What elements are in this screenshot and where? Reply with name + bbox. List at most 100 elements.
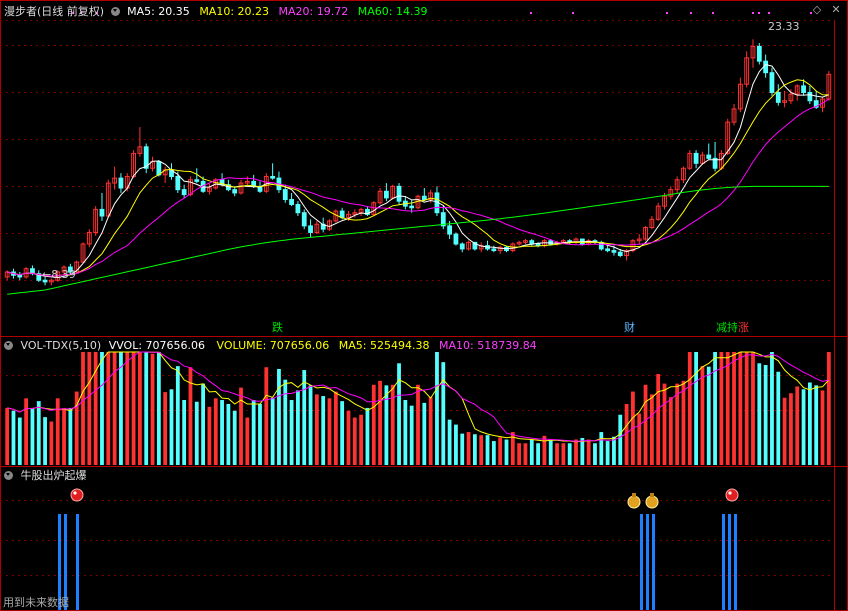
volume-bar	[694, 352, 699, 465]
volume-bar	[555, 443, 559, 465]
volume-bar	[504, 439, 509, 465]
volume-bar	[5, 407, 10, 465]
candle-body	[409, 205, 415, 209]
volume-bar	[593, 443, 597, 465]
vol-ma10-label: MA10: 518739.84	[438, 339, 537, 352]
volume-bar	[580, 437, 585, 465]
chart-canvas	[0, 0, 848, 611]
candle-body	[693, 152, 699, 164]
ma20-line	[7, 98, 830, 277]
candle-body	[447, 225, 452, 235]
volume-bar	[618, 414, 623, 465]
volume-bar	[213, 398, 218, 465]
volume-bar	[447, 419, 452, 465]
limit-dot	[690, 12, 692, 14]
event-finance-tag[interactable]: 财	[622, 321, 637, 334]
volume-bar	[277, 368, 281, 465]
volume-bar	[321, 396, 326, 465]
volume-bar	[68, 407, 73, 465]
red-ball-icon	[725, 488, 739, 502]
volume-bar	[131, 352, 136, 465]
volume-bar	[81, 352, 85, 465]
volume-bar	[119, 352, 123, 465]
volume-bar	[435, 352, 439, 465]
volume-bars	[5, 352, 831, 465]
signal-header: 牛股出炉起爆	[4, 469, 87, 482]
volume-bar	[574, 439, 578, 465]
candle-body	[396, 185, 402, 202]
volume-bar	[201, 383, 205, 465]
candle-body	[118, 177, 124, 189]
dropdown-icon[interactable]	[110, 7, 120, 16]
volume-bar	[125, 352, 130, 465]
volume-bar	[226, 403, 231, 465]
volume-bar	[744, 352, 749, 465]
candle-body	[295, 203, 301, 214]
volume-bar	[62, 407, 66, 465]
volume-bar	[340, 401, 345, 465]
maximize-icon[interactable]: ◇	[810, 3, 824, 17]
vol-ma5-label: MA5: 525494.38	[338, 339, 430, 352]
volume-bar	[137, 352, 142, 465]
candle-body	[611, 250, 617, 253]
close-icon[interactable]: ✕	[829, 3, 843, 17]
volume-bar	[55, 398, 60, 465]
limit-dot	[768, 12, 770, 14]
event-holding-tag[interactable]: 减持	[714, 321, 738, 334]
volume-bar	[333, 391, 338, 465]
volume-bar	[751, 352, 755, 465]
volume-bar	[536, 443, 540, 465]
ma20-label: MA20: 19.72	[278, 5, 349, 18]
candle-body	[181, 189, 187, 196]
volume-bar	[662, 383, 667, 465]
candle-body	[775, 91, 781, 103]
money-bag-tie	[632, 493, 636, 497]
volume-bar	[763, 364, 768, 465]
volume-bar	[599, 432, 604, 465]
volume-bar	[814, 385, 819, 465]
volume-bar	[713, 352, 717, 465]
event-fall-tag[interactable]: 跌	[270, 321, 285, 334]
volume-bar	[656, 374, 661, 465]
candle-body	[807, 91, 813, 102]
red-ball-shine	[728, 491, 732, 495]
volume-bar	[346, 410, 351, 465]
volume-bar	[782, 397, 787, 465]
dropdown-icon[interactable]	[4, 341, 13, 350]
candle-body	[99, 208, 105, 217]
volume-bar	[296, 390, 300, 465]
volume-bar	[668, 397, 673, 465]
volume-bar	[706, 366, 711, 465]
volume-bar	[472, 434, 477, 465]
volume-bar	[460, 433, 465, 465]
volume-bar	[397, 363, 401, 465]
high-price-label: 23.33	[768, 20, 800, 33]
volume-bar	[144, 352, 149, 465]
volume-bar	[169, 389, 174, 465]
candle-body	[289, 199, 294, 205]
event-rise-tag[interactable]: 涨	[738, 321, 751, 334]
volume-bar	[738, 352, 743, 465]
candle-body	[270, 175, 276, 179]
volume-bar	[352, 417, 357, 465]
stock-title: 漫步者(日线 前复权)	[4, 5, 105, 18]
volume-bar	[567, 443, 572, 465]
dropdown-icon[interactable]	[4, 471, 13, 480]
candle-body	[308, 225, 313, 233]
signal-bar	[652, 514, 655, 610]
volume-bar	[807, 382, 812, 465]
candle-body	[801, 85, 806, 93]
volume-bar	[100, 352, 104, 465]
volume-bar	[258, 403, 262, 465]
volume-bar	[548, 439, 553, 465]
ma60-label: MA60: 14.39	[357, 5, 428, 18]
signal-bar	[76, 514, 79, 610]
volume-bar	[485, 435, 490, 465]
volume-bar	[17, 417, 22, 465]
volume-bar	[106, 352, 111, 465]
volume-bar	[649, 394, 654, 465]
ma10-label: MA10: 20.23	[199, 5, 270, 18]
volume-bar	[182, 400, 187, 465]
volume-bar	[378, 380, 382, 465]
volume-bar	[681, 380, 686, 465]
